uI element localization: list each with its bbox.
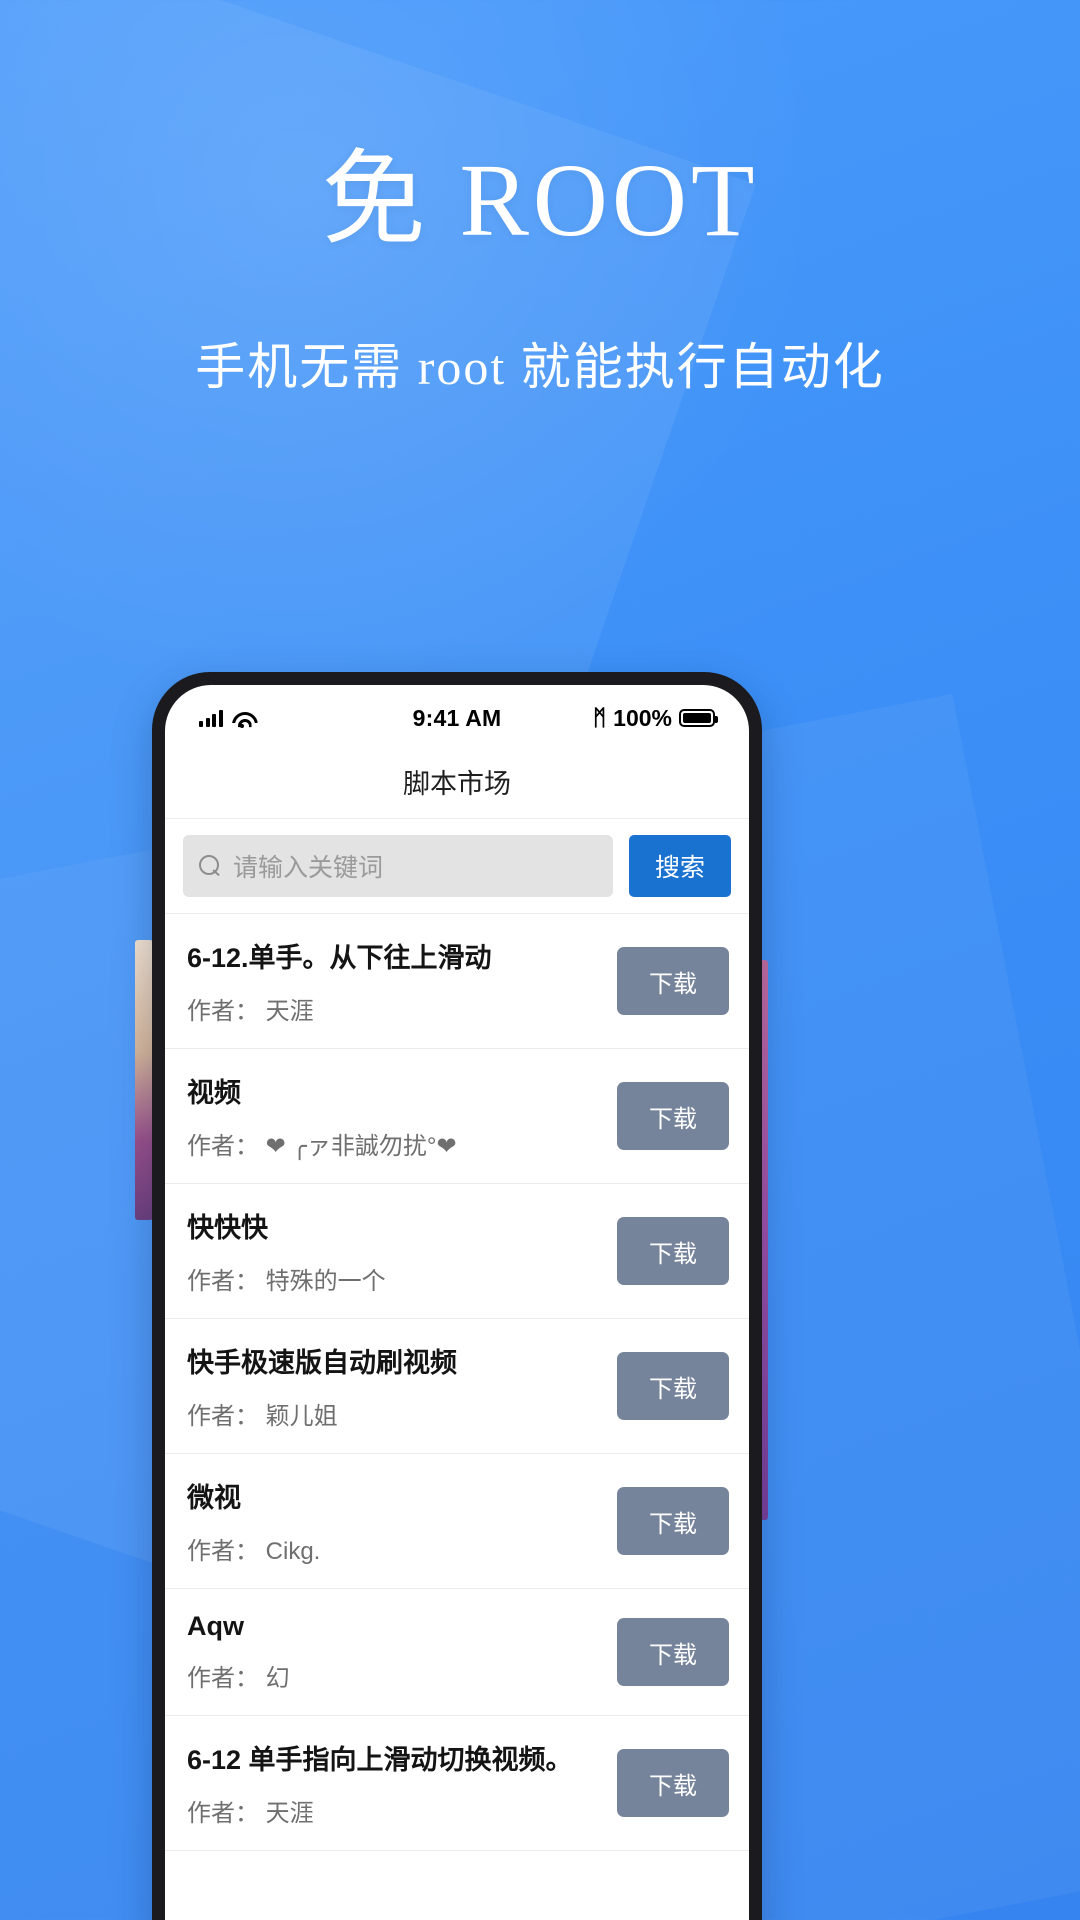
list-item-title: Aqw (187, 1611, 244, 1641)
list-item-author: 作者： 幻 (187, 1665, 290, 1692)
search-bar: 请输入关键词 搜索 (165, 819, 749, 914)
list-item[interactable]: 快手极速版自动刷视频 作者： 颖儿姐 下载 (165, 1319, 749, 1454)
list-item[interactable]: 6-12.单手。从下往上滑动 作者： 天涯 下载 (165, 914, 749, 1049)
list-item-author: 作者： 天涯 (187, 998, 314, 1025)
list-item[interactable]: 微视 作者： Cikg. 下载 (165, 1454, 749, 1589)
list-item[interactable]: 视频 作者： ❤ ╭ァ非誠勿扰°❤ 下载 (165, 1049, 749, 1184)
app-title-bar: 脚本市场 (165, 745, 749, 819)
list-item-title: 视频 (187, 1078, 241, 1108)
search-input-placeholder: 请输入关键词 (233, 854, 384, 882)
search-button[interactable]: 搜索 (629, 835, 731, 897)
wifi-icon (232, 712, 252, 728)
list-item-content: 快快快 作者： 特殊的一个 (187, 1206, 599, 1296)
list-item-content: 6-12.单手。从下往上滑动 作者： 天涯 (187, 936, 599, 1026)
download-button[interactable]: 下载 (617, 1352, 729, 1420)
list-item-content: 6-12 单手指向上滑动切换视频。 作者： 天涯 (187, 1738, 599, 1828)
search-input[interactable]: 请输入关键词 (183, 835, 613, 897)
list-item-author: 作者： 颖儿姐 (187, 1403, 338, 1430)
list-item-content: 视频 作者： ❤ ╭ァ非誠勿扰°❤ (187, 1071, 599, 1161)
phone-screen: 9:41 AM ᛗ 100% 脚本市场 请输入关键词 搜索 6-12.单手。从下… (165, 685, 749, 1920)
list-item-author: 作者： Cikg. (187, 1538, 321, 1565)
status-bar: 9:41 AM ᛗ 100% (165, 685, 749, 745)
list-item-title: 6-12.单手。从下往上滑动 (187, 943, 492, 973)
battery-full-icon (679, 709, 718, 727)
list-item-title: 微视 (187, 1483, 241, 1513)
list-item[interactable]: 快快快 作者： 特殊的一个 下载 (165, 1184, 749, 1319)
list-item[interactable]: 6-12 单手指向上滑动切换视频。 作者： 天涯 下载 (165, 1716, 749, 1851)
promo-headline: 免 ROOT (321, 143, 759, 258)
download-button[interactable]: 下载 (617, 1217, 729, 1285)
list-item-title: 6-12 单手指向上滑动切换视频。 (187, 1745, 573, 1775)
promo-subline: 手机无需 root 就能执行自动化 (195, 339, 885, 395)
download-button[interactable]: 下载 (617, 1749, 729, 1817)
download-button[interactable]: 下载 (617, 1487, 729, 1555)
phone-mockup: 9:41 AM ᛗ 100% 脚本市场 请输入关键词 搜索 6-12.单手。从下… (152, 672, 762, 1920)
page-title: 脚本市场 (403, 769, 511, 799)
list-item-content: Aqw 作者： 幻 (187, 1611, 599, 1693)
list-item-title: 快快快 (187, 1213, 268, 1243)
status-bar-left (199, 709, 413, 728)
status-bar-right: ᛗ 100% (501, 704, 718, 732)
status-bar-clock: 9:41 AM (412, 704, 502, 731)
background-screen-sliver-left (135, 940, 153, 1220)
download-button[interactable]: 下载 (617, 1618, 729, 1686)
list-item[interactable]: Aqw 作者： 幻 下载 (165, 1589, 749, 1716)
download-button[interactable]: 下载 (617, 1082, 729, 1150)
cellular-bars-icon (199, 709, 223, 727)
list-item-content: 微视 作者： Cikg. (187, 1476, 599, 1566)
download-button[interactable]: 下载 (617, 947, 729, 1015)
list-item-content: 快手极速版自动刷视频 作者： 颖儿姐 (187, 1341, 599, 1431)
script-list[interactable]: 6-12.单手。从下往上滑动 作者： 天涯 下载 视频 作者： ❤ ╭ァ非誠勿扰… (165, 914, 749, 1851)
list-item-author: 作者： ❤ ╭ァ非誠勿扰°❤ (187, 1133, 457, 1160)
list-item-title: 快手极速版自动刷视频 (187, 1348, 457, 1378)
battery-percent-label: 100% (613, 704, 672, 731)
list-item-author: 作者： 天涯 (187, 1800, 314, 1827)
bluetooth-icon: ᛗ (592, 705, 607, 730)
search-icon (199, 855, 221, 877)
list-item-author: 作者： 特殊的一个 (187, 1268, 386, 1295)
